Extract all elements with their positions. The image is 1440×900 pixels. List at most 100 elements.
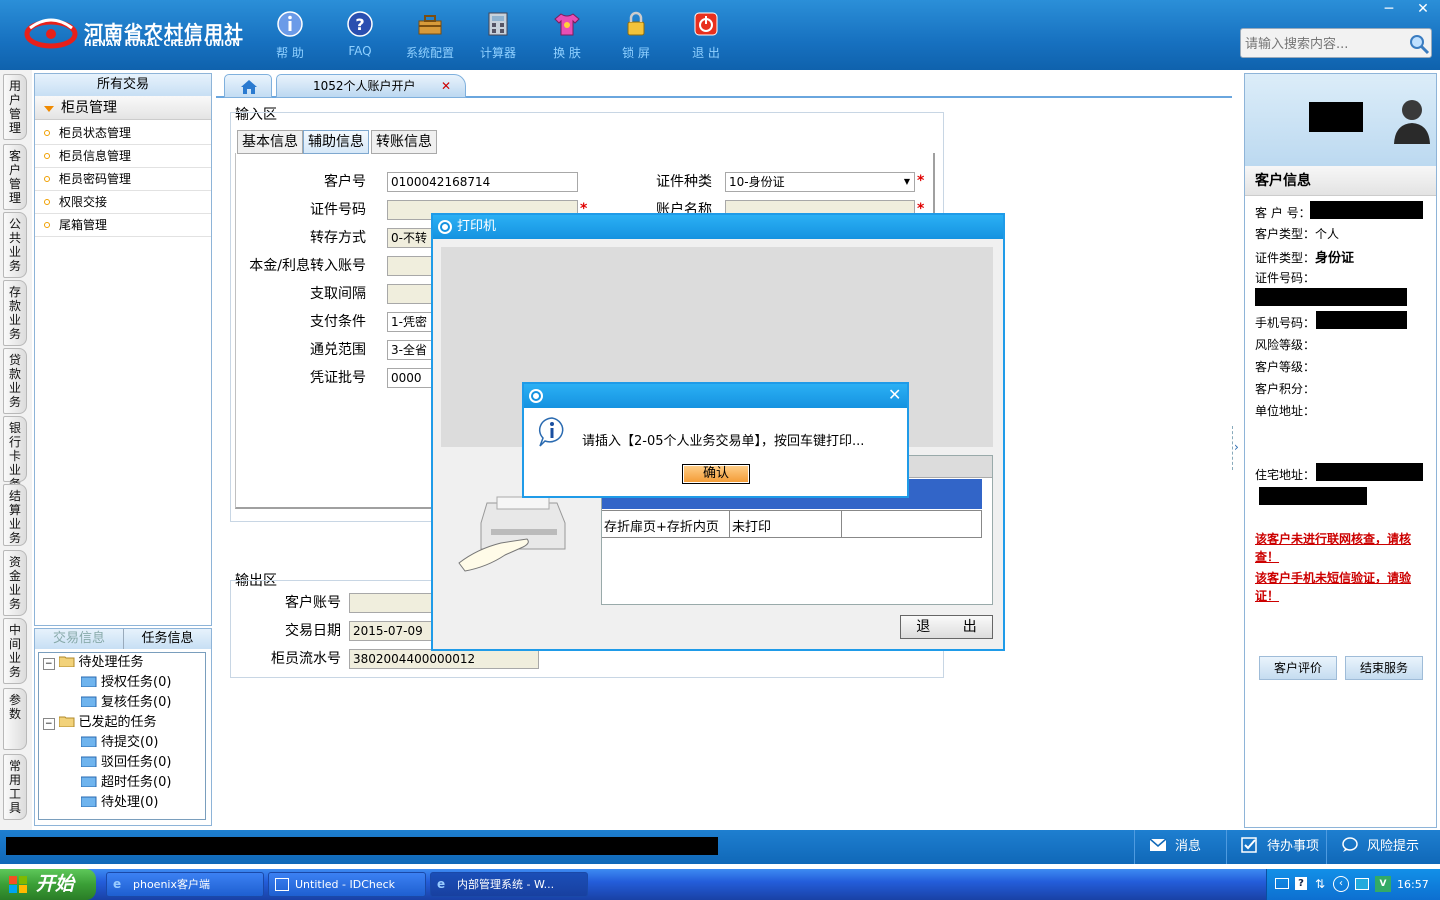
- help-tray-icon[interactable]: ?: [1295, 877, 1307, 890]
- confirm-ok-button[interactable]: 确认: [682, 464, 750, 484]
- confirm-dialog-title[interactable]: ✕: [524, 384, 907, 408]
- tab-transfer-info[interactable]: 转账信息: [371, 130, 437, 154]
- task-node-to-process[interactable]: 待处理(0): [43, 793, 203, 813]
- tab-auxiliary-info[interactable]: 辅助信息: [303, 130, 369, 154]
- trade-date-field[interactable]: 2015-07-09: [349, 621, 439, 641]
- exit-button[interactable]: 退 出: [674, 8, 738, 64]
- cell-divider: [841, 511, 842, 537]
- end-service-button[interactable]: 结束服务: [1345, 656, 1423, 680]
- bullet-icon: [44, 199, 50, 205]
- question-icon: ?: [347, 11, 373, 37]
- faq-button[interactable]: ? FAQ: [328, 8, 392, 64]
- tab-close-icon[interactable]: ✕: [441, 75, 457, 97]
- tab-transaction-info[interactable]: 交易信息: [35, 629, 123, 649]
- task-node-authorize[interactable]: 授权任务(0): [43, 673, 203, 693]
- teller-management-group[interactable]: 柜员管理: [35, 96, 211, 120]
- task-node-initiated[interactable]: − 已发起的任务: [43, 713, 203, 733]
- chevron-right-icon: ›: [1234, 440, 1239, 454]
- tab-task-info[interactable]: 任务信息: [123, 629, 211, 649]
- task-node-review[interactable]: 复核任务(0): [43, 693, 203, 713]
- warning-network-check[interactable]: 该客户未进行联网核查，请核查！: [1255, 530, 1433, 566]
- vnav-deposit-business[interactable]: 存款业务: [3, 280, 27, 346]
- avatar: [1394, 100, 1430, 144]
- minimize-button[interactable]: ─: [1372, 0, 1406, 20]
- config-button[interactable]: 系统配置: [398, 8, 462, 64]
- warning-text: 该客户未进行联网核查，请核查！: [1255, 532, 1412, 564]
- taskbar-item-idcheck[interactable]: Untitled - IDCheck: [268, 872, 426, 897]
- task-panel: 交易信息 任务信息 − 待处理任务 授权任务(0) 复核任务(0) − 已发起的任务…: [34, 628, 212, 826]
- help-button[interactable]: 帮 助: [258, 8, 322, 64]
- customer-account-field[interactable]: 6230000000000000000: [349, 593, 439, 613]
- redacted-block: [1316, 311, 1407, 329]
- messages-button[interactable]: 消息: [1134, 830, 1226, 864]
- vnav-settlement-business[interactable]: 结算业务: [3, 484, 27, 546]
- start-button[interactable]: 开始: [0, 869, 96, 900]
- collapse-tray-icon[interactable]: ‹: [1333, 876, 1349, 892]
- tree-item-teller-info[interactable]: 柜员信息管理: [35, 145, 211, 168]
- customer-type-label: 客户类型：个人: [1255, 225, 1339, 242]
- vnav-parameters[interactable]: 参数: [3, 688, 27, 750]
- taskbar-item-internal-system[interactable]: e 内部管理系统 - W...: [430, 872, 588, 897]
- printer-dialog-title[interactable]: 打印机: [433, 215, 1003, 239]
- close-window-button[interactable]: ✕: [1406, 0, 1440, 20]
- tab-basic-info[interactable]: 基本信息: [237, 130, 303, 154]
- tree-item-permission-handover[interactable]: 权限交接: [35, 191, 211, 214]
- redacted-block: [1310, 201, 1423, 219]
- search-box: [1240, 28, 1432, 58]
- warning-sms-verify[interactable]: 该客户手机未短信验证，请验证！: [1255, 569, 1433, 605]
- table-row[interactable]: 存折扉页+存折内页 未打印: [602, 510, 982, 538]
- customer-evaluation-button[interactable]: 客户评价: [1259, 656, 1337, 680]
- task-tree-list: − 待处理任务 授权任务(0) 复核任务(0) − 已发起的任务 待提交(0) 驳回…: [43, 653, 203, 813]
- deposit-mode-label: 转存方式: [310, 230, 366, 246]
- vnav-card-business[interactable]: 银行卡业务: [3, 416, 27, 491]
- toolbox-icon: [418, 15, 442, 35]
- tree-item-teller-password[interactable]: 柜员密码管理: [35, 168, 211, 191]
- calculator-button[interactable]: 计算器: [466, 8, 530, 64]
- close-icon[interactable]: ✕: [888, 385, 901, 404]
- todo-button[interactable]: 待办事项: [1226, 830, 1326, 864]
- printer-exit-button[interactable]: 退 出: [900, 615, 993, 639]
- bullet-icon: [44, 176, 50, 182]
- vnav-loan-business[interactable]: 贷款业务: [3, 348, 27, 414]
- customer-no-field[interactable]: 0100042168714: [387, 172, 578, 192]
- task-node-pending[interactable]: − 待处理任务: [43, 653, 203, 673]
- exit-label: 退 出: [692, 46, 720, 60]
- id-type-value: 10-身份证: [729, 175, 785, 189]
- all-transactions-header[interactable]: 所有交易: [35, 74, 211, 96]
- keyboard-icon[interactable]: [1275, 878, 1289, 889]
- vnav-fund-business[interactable]: 资金业务: [3, 550, 27, 616]
- task-node-to-submit[interactable]: 待提交(0): [43, 733, 203, 753]
- task-node-label: 超时任务(0): [101, 775, 172, 790]
- skin-button[interactable]: 换 肤: [535, 8, 599, 64]
- tree-item-tail-box[interactable]: 尾箱管理: [35, 214, 211, 237]
- lock-screen-button[interactable]: 锁 屏: [604, 8, 668, 64]
- tree-item-teller-status[interactable]: 柜员状态管理: [35, 122, 211, 145]
- status-bar: 消息 待办事项 风险提示: [0, 830, 1440, 864]
- confirm-message: 请插入【2-05个人业务交易单】，按回车键打印...: [582, 434, 865, 449]
- task-node-label: 驳回任务(0): [101, 755, 172, 770]
- vnav-public-business[interactable]: 公共业务: [3, 212, 27, 278]
- collapse-handle[interactable]: ›: [1232, 426, 1242, 470]
- search-input[interactable]: [1245, 34, 1405, 54]
- task-node-timeout[interactable]: 超时任务(0): [43, 773, 203, 793]
- task-node-rejected[interactable]: 驳回任务(0): [43, 753, 203, 773]
- customer-type-value: 个人: [1315, 227, 1340, 241]
- app-icon: [438, 220, 452, 234]
- id-type-select[interactable]: 10-身份证 ▼: [725, 172, 915, 192]
- messages-label: 消息: [1175, 839, 1202, 854]
- tab-personal-account-open[interactable]: 1052个人账户开户 ✕: [276, 74, 466, 98]
- network-icon[interactable]: ⇅: [1315, 877, 1325, 891]
- taskbar-item-phoenix[interactable]: e phoenix客户端: [106, 872, 264, 897]
- help-label: 帮 助: [276, 46, 304, 60]
- vnav-intermediate-business[interactable]: 中间业务: [3, 618, 27, 684]
- monitor-icon[interactable]: [1355, 878, 1369, 890]
- vnav-user-management[interactable]: 用户管理: [3, 74, 27, 140]
- vnav-customer-management[interactable]: 客户管理: [3, 144, 27, 210]
- vs-icon[interactable]: V: [1375, 876, 1391, 892]
- tab-home[interactable]: [224, 74, 272, 98]
- risk-alert-button[interactable]: 风险提示: [1326, 830, 1440, 864]
- vnav-common-tools[interactable]: 常用工具: [3, 754, 27, 820]
- label: 客户类型：: [1255, 227, 1316, 241]
- search-icon[interactable]: [1407, 32, 1431, 56]
- teller-serial-field[interactable]: 3802004400000012: [349, 649, 539, 669]
